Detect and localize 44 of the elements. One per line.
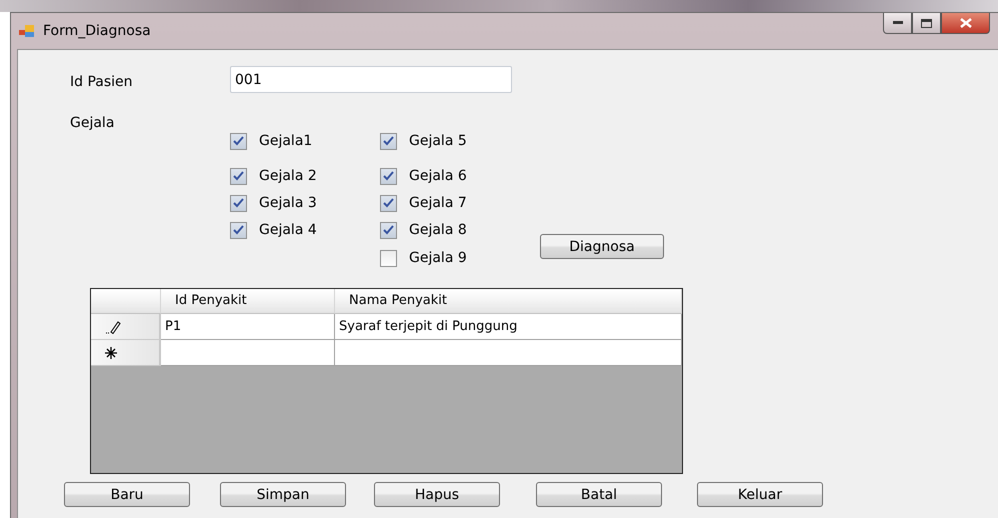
checkmark-icon xyxy=(233,136,244,146)
action-button[interactable]: Baru xyxy=(64,482,190,507)
minimize-icon xyxy=(892,21,902,25)
table-cell[interactable] xyxy=(335,340,682,366)
window-title: Form_Diagnosa xyxy=(43,23,151,39)
maximize-icon xyxy=(921,18,932,28)
pencil-icon xyxy=(105,320,121,334)
row-header[interactable] xyxy=(91,340,161,366)
checkbox[interactable]: Gejala 4 xyxy=(230,220,380,240)
close-button[interactable] xyxy=(941,13,990,34)
checkbox[interactable]: Gejala 2 xyxy=(230,166,380,186)
action-button[interactable]: Batal xyxy=(536,482,662,507)
checkbox[interactable]: Gejala 6 xyxy=(380,166,540,186)
checkbox[interactable]: Gejala 8 xyxy=(380,220,540,240)
checkmark-icon xyxy=(383,225,394,235)
column-header[interactable]: Id Penyakit xyxy=(161,289,335,314)
checkmark-icon xyxy=(383,198,394,208)
input-field[interactable]: 001 xyxy=(230,66,512,93)
field-label: Id Pasien xyxy=(70,74,134,90)
checkmark-icon xyxy=(233,198,244,208)
checkbox[interactable]: Gejala 7 xyxy=(380,193,540,213)
close-icon xyxy=(960,18,972,28)
form-icon xyxy=(19,24,35,38)
asterisk-icon xyxy=(105,346,117,358)
column-header[interactable]: Nama Penyakit xyxy=(335,289,682,314)
checkmark-icon xyxy=(383,136,394,146)
action-button[interactable]: Hapus xyxy=(374,482,500,507)
action-button[interactable]: Keluar xyxy=(697,482,823,507)
checkmark-icon xyxy=(233,171,244,181)
maximize-button[interactable] xyxy=(912,13,941,34)
table-cell[interactable]: P1 xyxy=(161,314,335,340)
table-cell[interactable] xyxy=(161,340,335,366)
field-label: Gejala xyxy=(70,115,116,131)
table-cell[interactable]: Syaraf terjepit di Punggung xyxy=(335,314,682,340)
corner-header xyxy=(91,289,161,314)
checkmark-icon xyxy=(233,225,244,235)
minimize-button[interactable] xyxy=(883,13,912,34)
checkbox[interactable]: Gejala 5 xyxy=(380,131,540,151)
checkbox[interactable]: Gejala1 xyxy=(230,131,380,151)
checkbox[interactable]: Gejala 9 xyxy=(380,248,540,268)
checkmark-icon xyxy=(383,171,394,181)
checkbox[interactable]: Gejala 3 xyxy=(230,193,380,213)
diagnosa-button[interactable]: Diagnosa xyxy=(540,234,664,259)
action-button[interactable]: Simpan xyxy=(220,482,346,507)
